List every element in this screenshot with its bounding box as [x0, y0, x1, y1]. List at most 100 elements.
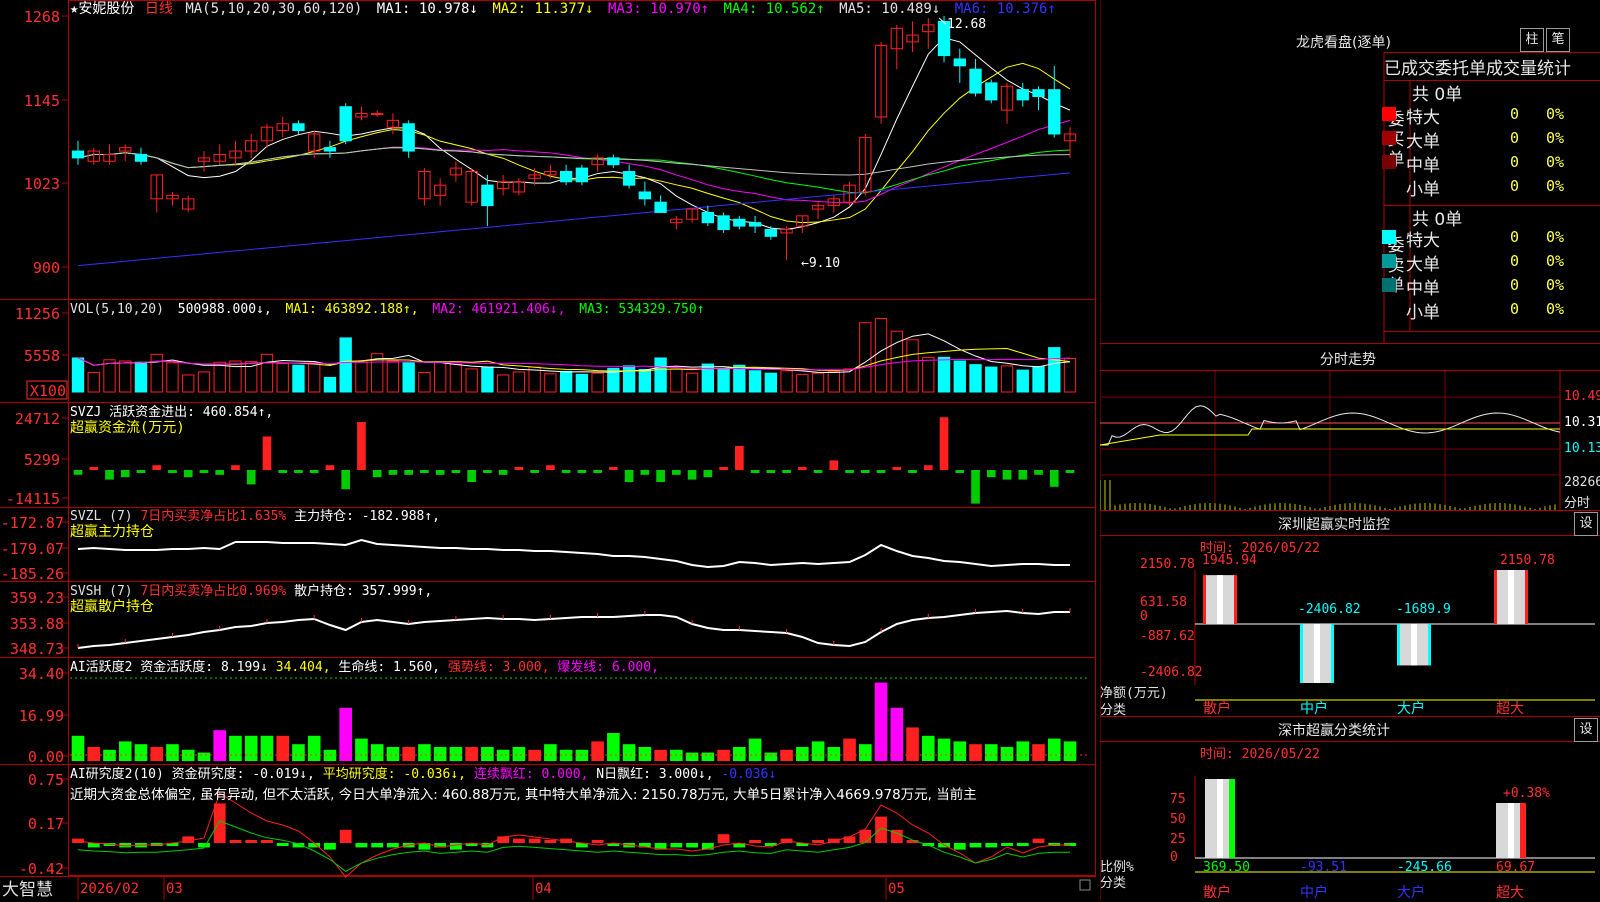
air-bar: [213, 803, 226, 843]
svsh-ytick: 348.73: [10, 640, 64, 658]
volume-bar: [119, 360, 132, 393]
vol-ytick: 5558: [24, 347, 60, 365]
volume-bar: [433, 361, 447, 393]
air-bar: [953, 843, 966, 850]
class-category: 大户: [1397, 885, 1425, 901]
ai2-bar: [134, 744, 148, 761]
ai2-bar: [118, 741, 132, 761]
buy-row-name: 小单: [1406, 180, 1440, 200]
svzj-bars: [73, 417, 1075, 504]
svzj-bar: [687, 470, 697, 480]
ai2-bar: [370, 744, 384, 761]
monitor-category: 超大: [1496, 701, 1524, 717]
ai2-bar: [733, 747, 746, 761]
svzj-bar: [514, 467, 524, 470]
volume-bar: [308, 362, 321, 393]
monitor-axes: [1194, 570, 1595, 685]
volume-bar: [780, 370, 793, 393]
svzl-polyline: [77, 538, 1070, 569]
svzj-bar: [561, 470, 571, 473]
lock-icon[interactable]: [1079, 879, 1091, 891]
buy-color-swatch: [1382, 107, 1396, 121]
sell-row-count: 0: [1510, 252, 1520, 270]
ai2-bar: [953, 741, 967, 761]
volume-bar: [71, 357, 85, 393]
intraday-ytick: 10.49: [1564, 389, 1600, 404]
ai2-bar: [292, 744, 305, 761]
air-bar: [198, 843, 210, 848]
monitor-category: 大户: [1397, 701, 1425, 717]
ai2-bar: [71, 735, 85, 761]
monitor-ytick: 2150.78: [1140, 557, 1195, 572]
ai2-bar: [433, 747, 447, 761]
candle-body: [638, 191, 652, 200]
monitor-ytick: -887.62: [1140, 629, 1195, 644]
sell-color-swatch: [1382, 254, 1396, 268]
buy-row-count: 0: [1510, 129, 1520, 147]
ai2-bar: [276, 735, 289, 761]
svzj-bar: [829, 460, 839, 470]
buy-color-swatch: [1382, 131, 1396, 145]
air-bar: [261, 840, 273, 843]
monitor-value: 2150.78: [1500, 553, 1555, 568]
candle-body: [622, 171, 636, 186]
svzj-bar: [388, 470, 398, 475]
class-settings-button[interactable]: 设: [1574, 718, 1598, 742]
vol-ytick: X100: [30, 382, 66, 400]
svzj-bar: [876, 470, 886, 473]
period-label: 日线: [145, 1, 173, 17]
svzj-bar: [105, 470, 114, 480]
ma30-line: [77, 147, 1071, 194]
candle-body: [559, 171, 573, 183]
buy-row-count: 0: [1510, 177, 1520, 195]
volume-bar: [764, 372, 777, 393]
price-header: ★安妮股份 日线 MA(5,10,20,30,60,120) MA1: 10.9…: [70, 1, 1056, 17]
svsh-ytick: 353.88: [10, 615, 64, 633]
air-ytick: -0.42: [19, 860, 64, 878]
ai2-ytick: 0.00: [28, 748, 64, 766]
volume-bar: [575, 373, 589, 393]
volume-bar: [292, 364, 305, 393]
svzj-bar: [325, 465, 335, 470]
volume-bar: [1032, 365, 1045, 393]
ai2-bar: [969, 744, 982, 761]
svzl-ytick: -185.26: [1, 565, 64, 583]
svzj-bar: [1049, 470, 1059, 487]
monitor-category: 散户: [1203, 701, 1231, 717]
air-bar: [355, 843, 368, 848]
monitor-bar-edge: [1331, 624, 1334, 683]
sell-row-name: 特大: [1406, 231, 1440, 251]
svsh-line: [77, 608, 1071, 649]
air-ytick: 0.17: [28, 815, 64, 833]
volume-bar: [87, 372, 100, 393]
volume-bar: [811, 372, 825, 393]
ai2-bar: [339, 707, 352, 761]
svzj-bar: [640, 470, 650, 475]
ai2-bar: [764, 752, 778, 761]
air-bar: [812, 840, 824, 843]
buy-row-name: 中单: [1406, 156, 1440, 176]
candle-body: [733, 218, 746, 227]
price-ytick: 900: [33, 259, 60, 277]
ai2-bar: [260, 735, 274, 761]
main-chart-area[interactable]: 1268 1145 1023 900 11256 5558 X100 24712…: [0, 0, 1100, 900]
intraday-vol-unit: 分时: [1564, 496, 1591, 511]
volume-bar: [276, 362, 289, 393]
ai2-bar: [685, 752, 699, 761]
monitor-bar-edge: [1300, 624, 1303, 683]
svzj-bar: [986, 470, 996, 478]
price-yaxis: 1268 1145 1023 900 11256 5558 X100 24712…: [1, 8, 66, 878]
svzj-bar: [451, 470, 461, 473]
order-stat-title: 已成交委托单成交量统计: [1384, 59, 1571, 79]
svzj-bar: [483, 470, 492, 473]
volume-bar: [1063, 358, 1077, 393]
monitor-settings-button[interactable]: 设: [1574, 512, 1598, 536]
svzj-bar: [89, 467, 99, 470]
svzj-bar: [420, 470, 429, 473]
ma10-line: [77, 62, 1071, 224]
ai2-bar: [307, 735, 321, 761]
svzj-bar: [294, 470, 303, 473]
svzj-bar: [168, 470, 177, 473]
svzj-bar: [246, 470, 256, 485]
class-bar-highlight: [1508, 803, 1514, 858]
